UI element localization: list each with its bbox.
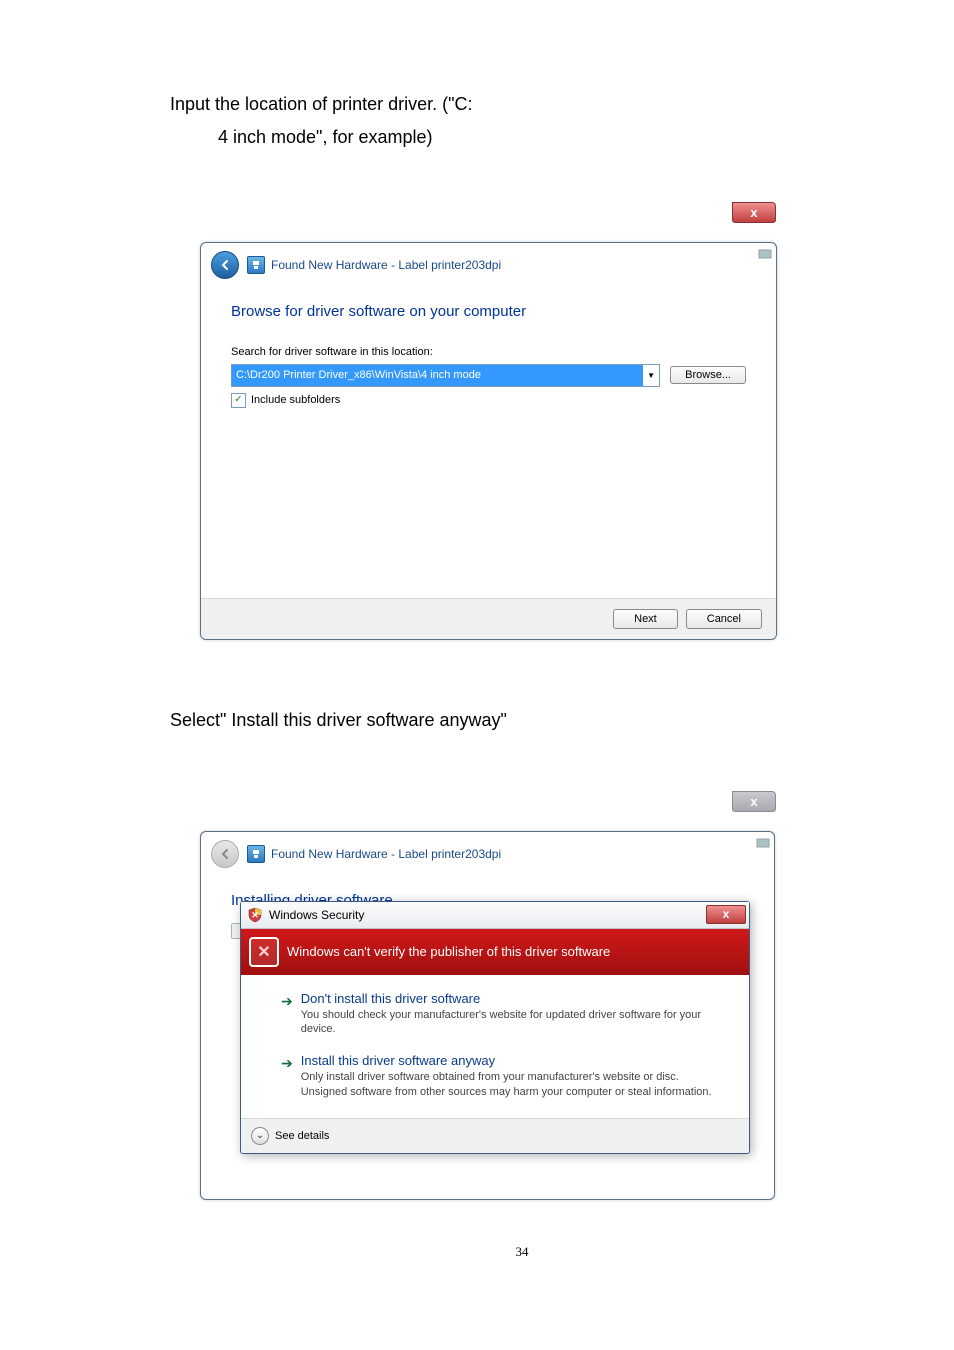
system-menu-icon: [758, 247, 772, 261]
dialog-title: Found New Hardware - Label printer203dpi: [271, 258, 501, 272]
back-arrow-icon: [218, 258, 232, 272]
device-icon: [247, 845, 265, 863]
expand-chevron-icon[interactable]: ⌄: [251, 1127, 269, 1145]
intro-line-2: 4 inch mode", for example): [218, 123, 874, 152]
path-combobox[interactable]: C:\Dr200 Printer Driver_x86\WinVista\4 i…: [231, 364, 660, 387]
browse-driver-dialog: Found New Hardware - Label printer203dpi…: [200, 242, 777, 640]
path-value: C:\Dr200 Printer Driver_x86\WinVista\4 i…: [232, 365, 643, 386]
close-button[interactable]: x: [732, 791, 776, 812]
close-button[interactable]: x: [732, 202, 776, 223]
security-banner-text: Windows can't verify the publisher of th…: [287, 944, 610, 959]
option-title: Don't install this driver software: [301, 991, 725, 1006]
security-title: Windows Security: [269, 908, 364, 922]
dialog-footer: Next Cancel: [201, 598, 776, 639]
titlebar: Found New Hardware - Label printer203dpi: [201, 832, 774, 874]
dropdown-arrow-icon[interactable]: ▼: [643, 365, 659, 386]
next-button[interactable]: Next: [613, 609, 678, 629]
dialog-title: Found New Hardware - Label printer203dpi: [271, 847, 501, 861]
security-error-icon: ✕: [249, 937, 279, 967]
back-button[interactable]: [211, 251, 239, 279]
close-icon: x: [750, 205, 757, 220]
option-install-anyway[interactable]: ➔ Install this driver software anyway On…: [281, 1053, 725, 1100]
titlebar: Found New Hardware - Label printer203dpi: [201, 243, 776, 285]
back-button: [211, 840, 239, 868]
device-icon: [247, 256, 265, 274]
browse-button[interactable]: Browse...: [670, 366, 746, 384]
shield-icon: ✕: [247, 907, 263, 923]
option-title: Install this driver software anyway: [301, 1053, 725, 1068]
option-description: You should check your manufacturer's web…: [301, 1008, 725, 1038]
back-arrow-icon: [218, 847, 232, 861]
svg-text:✕: ✕: [251, 910, 259, 920]
security-titlebar: ✕ Windows Security x: [241, 902, 749, 929]
arrow-icon: ➔: [281, 993, 293, 1010]
see-details-link[interactable]: See details: [275, 1130, 329, 1142]
mid-instruction: Select" Install this driver software any…: [170, 710, 874, 731]
search-location-label: Search for driver software in this locat…: [231, 346, 746, 358]
arrow-icon: ➔: [281, 1055, 293, 1072]
security-footer: ⌄ See details: [241, 1118, 749, 1153]
include-subfolders-label: Include subfolders: [251, 394, 340, 406]
page-number: 34: [170, 1244, 874, 1260]
system-menu-icon: [756, 836, 770, 850]
close-icon: x: [723, 907, 730, 921]
cancel-button[interactable]: Cancel: [686, 609, 762, 629]
option-dont-install[interactable]: ➔ Don't install this driver software You…: [281, 991, 725, 1038]
intro-line-1: Input the location of printer driver. ("…: [170, 90, 874, 119]
close-icon: x: [750, 794, 757, 809]
option-description: Only install driver software obtained fr…: [301, 1070, 725, 1100]
include-subfolders-checkbox[interactable]: ✓: [231, 393, 246, 408]
security-banner: ✕ Windows can't verify the publisher of …: [241, 929, 749, 975]
dialog-heading: Browse for driver software on your compu…: [231, 303, 746, 320]
security-close-button[interactable]: x: [706, 905, 746, 924]
windows-security-dialog: ✕ Windows Security x ✕ Windows can't ver…: [240, 901, 750, 1154]
